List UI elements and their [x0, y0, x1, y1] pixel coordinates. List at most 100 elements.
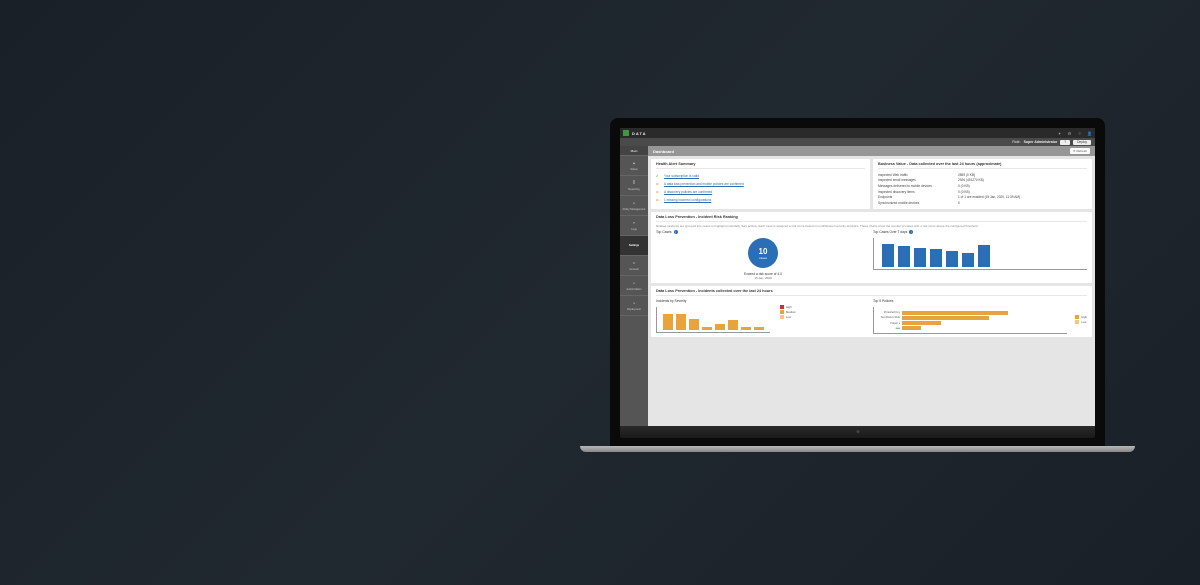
refresh-icon: ⟳ [1073, 149, 1076, 153]
sidebar-label-logs: Logs [631, 228, 637, 231]
policies-legend: HighLow [1075, 315, 1087, 324]
risk-helptext: Related incidents are grouped into cases… [656, 225, 1087, 229]
bar [898, 246, 910, 268]
kpi-unit: cases [759, 256, 767, 260]
policies-chart: Protected KeyTest Discov RuleProper saaa [873, 307, 1067, 334]
kpi-circle[interactable]: 10 cases [748, 238, 778, 268]
bv-row: Synchronized mobile devices0 [878, 200, 1087, 206]
sidebar-item-authorization[interactable]: ⚿ Authorization [620, 276, 648, 296]
legend-item: Medium [780, 310, 796, 314]
policy-bar [902, 321, 941, 325]
risk-panel: Data Loss Prevention - Incident Risk Ran… [651, 212, 1092, 284]
top-cases-7d-subhead: Top Cases Over 7 days [873, 230, 907, 234]
legend-item: Low [780, 315, 796, 319]
top-cases-subhead: Top Cases [656, 230, 672, 234]
sidebar-label-reporting: Reporting [628, 188, 639, 191]
bv-key: Inspected email messages [878, 178, 958, 182]
risk-kpi: 10 cases Exceed a risk score of 4.0 15 J… [656, 238, 870, 280]
top-cases-7d-chart [873, 238, 1087, 270]
policy-label: Proper s [874, 322, 902, 325]
sidebar-item-status[interactable]: ◉ Status [620, 156, 648, 176]
sidebar-item-general[interactable]: ⚙ General [620, 256, 648, 276]
policy-label: Test Discov Rule [874, 316, 902, 319]
breadcrumb: Dashboard ⟳ Refresh [648, 146, 1095, 156]
bar [676, 314, 686, 331]
sidebar-item-logs[interactable]: ☷ Logs [620, 216, 648, 236]
sidebar-label-deploy: Deployment [627, 308, 641, 311]
bv-title: Business Value - Data collected over the… [878, 162, 1087, 169]
sidebar-item-deployment[interactable]: ⇲ Deployment [620, 296, 648, 316]
sidebar-label-policy: Policy Management [623, 208, 646, 211]
ok-icon: ✔ [656, 174, 661, 178]
notification-icon[interactable]: ✦ [1057, 131, 1062, 136]
health-alert-title: Health Alert Summary [656, 162, 865, 169]
reporting-icon: ≣ [631, 181, 637, 187]
sidebar-item-settings[interactable]: Settings [620, 236, 648, 256]
titlebar: DATA ✦ ⚙ ? 👤 [620, 128, 1095, 138]
severity-subhead: Incidents by Severity [656, 299, 686, 303]
info-icon[interactable]: i [909, 230, 913, 234]
role-help-badge[interactable]: ? [1060, 140, 1070, 145]
legend-item: High [780, 305, 796, 309]
kpi-number: 10 [759, 247, 768, 256]
bv-value: 2926 (451270 KB) [958, 178, 984, 182]
alert-line: ⊘ A data loss prevention and mobile poli… [656, 180, 865, 188]
app-logo [623, 130, 629, 136]
bar [914, 248, 926, 268]
bar [702, 327, 712, 330]
laptop-base [580, 446, 1134, 452]
severity-legend: HighMediumLow [780, 305, 796, 319]
legend-swatch [1075, 320, 1079, 324]
sidebar-label-auth: Authorization [626, 288, 641, 291]
warn-icon: ⊘ [656, 182, 661, 186]
legend-item: Low [1075, 320, 1087, 324]
bar [689, 319, 699, 331]
bar [741, 327, 751, 330]
incidents-panel: Data Loss Prevention - Incidents collect… [651, 286, 1092, 337]
role-value: Super Administrator [1024, 140, 1058, 144]
bv-value: 0 (0 KB) [958, 190, 970, 194]
bar [728, 320, 738, 330]
bv-value: 0 [958, 201, 960, 205]
laptop-chin [620, 426, 1095, 438]
policy-row: Protected Key [874, 311, 1067, 315]
settings-icon[interactable]: ⚙ [1067, 131, 1072, 136]
legend-swatch [1075, 315, 1079, 319]
alert-link[interactable]: A discovery policies are confirmed [664, 190, 712, 194]
sidebar-item-policy[interactable]: ⚖ Policy Management [620, 196, 648, 216]
legend-label: Medium [786, 310, 796, 314]
risk-title: Data Loss Prevention - Incident Risk Ran… [656, 215, 1087, 222]
alert-line: ✔ Your subscription is valid [656, 172, 865, 180]
incidents-title: Data Loss Prevention - Incidents collect… [656, 289, 1087, 296]
bar [962, 253, 974, 267]
warn-icon: ⊘ [656, 198, 661, 202]
legend-swatch [780, 305, 784, 309]
alert-link[interactable]: 1 missing incorrect configurations [664, 198, 711, 202]
bv-key: Inspected discovery items [878, 190, 958, 194]
help-icon[interactable]: ? [1077, 131, 1082, 136]
sidebar-item-reporting[interactable]: ≣ Reporting [620, 176, 648, 196]
legend-label: Low [786, 315, 791, 319]
status-icon: ◉ [631, 161, 637, 167]
bv-key: Messages delivered to mobile devices [878, 184, 958, 188]
logs-icon: ☷ [631, 221, 637, 227]
legend-label: High [1081, 315, 1087, 319]
role-label: Role: [1012, 140, 1020, 144]
deploy-button[interactable]: Deploy [1073, 140, 1091, 145]
general-icon: ⚙ [631, 261, 637, 267]
bar [946, 251, 958, 267]
page-title: Dashboard [653, 149, 674, 154]
user-icon[interactable]: 👤 [1087, 131, 1092, 136]
refresh-button[interactable]: ⟳ Refresh [1070, 148, 1090, 154]
bar [930, 249, 942, 267]
info-icon[interactable]: i [674, 230, 678, 234]
sidebar-label-status: Status [630, 168, 637, 171]
alert-link[interactable]: A data loss prevention and mobile polici… [664, 182, 744, 186]
bar [663, 314, 673, 331]
legend-item: High [1075, 315, 1087, 319]
bv-key: Endpoints [878, 195, 958, 199]
policy-bar [902, 316, 989, 320]
health-alert-panel: Health Alert Summary ✔ Your subscription… [651, 159, 870, 209]
kpi-date: 15 Jan, 2020 [656, 276, 870, 280]
alert-link[interactable]: Your subscription is valid [664, 174, 699, 178]
